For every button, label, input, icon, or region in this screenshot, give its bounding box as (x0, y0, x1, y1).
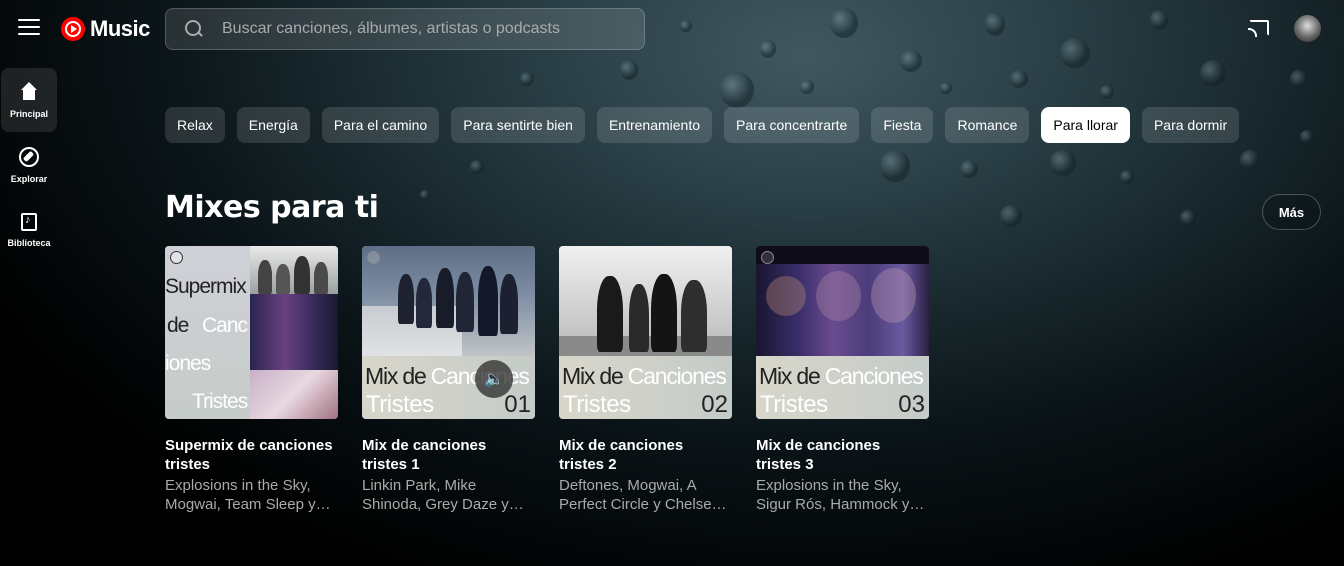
chip-relax[interactable]: Relax (165, 107, 225, 143)
mix-carousel: Supermix de Canc iones Tristes Supermix … (165, 246, 929, 514)
thumb-text: Supermix (165, 275, 247, 298)
sidebar-item-biblioteca[interactable]: Biblioteca (1, 198, 57, 262)
chip-para-concentrarte[interactable]: Para concentrarte (724, 107, 860, 143)
search-bar[interactable] (165, 8, 645, 50)
play-logo-icon (61, 17, 85, 41)
sidebar-item-principal[interactable]: Principal (1, 68, 57, 132)
search-input[interactable] (222, 20, 644, 38)
thumb-text: Canc (202, 314, 248, 337)
thumb-number: 03 (898, 391, 925, 418)
thumb-text: Tristes (366, 391, 434, 418)
chip-romance[interactable]: Romance (945, 107, 1030, 143)
card-title[interactable]: Mix de canciones tristes 3 (756, 436, 929, 474)
chip-entrenamiento[interactable]: Entrenamiento (596, 107, 713, 143)
chip-energia[interactable]: Energía (236, 107, 310, 143)
more-button[interactable]: Más (1262, 194, 1321, 230)
mix-card[interactable]: Mix de Canciones Tristes 02 Mix de canci… (559, 246, 732, 514)
card-subtitle: Explosions in the Sky, Mogwai, Team Slee… (165, 477, 331, 513)
sidebar-item-label: Explorar (10, 173, 48, 184)
thumb-number: 02 (701, 391, 728, 418)
thumb-text: Tristes (760, 391, 828, 418)
speaker-icon[interactable]: 🔈 (475, 360, 513, 398)
home-icon (19, 81, 39, 102)
hamburger-menu-icon[interactable] (18, 19, 40, 37)
card-subtitle: Explosions in the Sky, Sigur Rós, Hammoc… (756, 477, 925, 513)
card-subtitle: Deftones, Mogwai, A Perfect Circle y Che… (559, 477, 727, 513)
chip-para-llorar[interactable]: Para llorar (1041, 107, 1130, 143)
thumb-text: Mix de (759, 363, 821, 389)
mix-thumbnail[interactable]: Mix de Canciones Tristes 03 (756, 246, 929, 419)
thumb-text: Mix de (562, 363, 624, 389)
play-indicator-icon (367, 251, 380, 264)
thumb-text: Mix de (365, 363, 427, 389)
mood-chips: Relax Energía Para el camino Para sentir… (165, 107, 1240, 143)
mix-thumbnail[interactable]: Mix de Canciones Tristes 02 (559, 246, 732, 419)
thumb-text: de (167, 314, 189, 337)
avatar[interactable] (1294, 15, 1321, 42)
card-title[interactable]: Mix de canciones tristes 2 (559, 436, 732, 474)
sidebar-item-explorar[interactable]: Explorar (1, 133, 57, 197)
search-icon[interactable] (184, 19, 204, 39)
sidebar: Principal Explorar Biblioteca (0, 68, 58, 263)
play-indicator-icon (761, 251, 774, 264)
mix-thumbnail[interactable]: Mix de Canciones Tristes 01 🔈 (362, 246, 535, 419)
play-indicator-icon (170, 251, 183, 264)
mix-card[interactable]: Mix de Canciones Tristes 03 Mix de canci… (756, 246, 929, 514)
youtube-music-logo[interactable]: Music (61, 16, 150, 42)
mix-card[interactable]: Mix de Canciones Tristes 01 🔈 Mix de can… (362, 246, 535, 514)
chip-para-sentirte-bien[interactable]: Para sentirte bien (451, 107, 585, 143)
thumb-text: Tristes (563, 391, 631, 418)
logo-text: Music (90, 16, 150, 41)
thumb-text: iones (165, 352, 211, 375)
mix-thumbnail[interactable]: Supermix de Canc iones Tristes (165, 246, 338, 419)
card-title[interactable]: Supermix de canciones tristes (165, 436, 338, 474)
sidebar-item-label: Principal (9, 108, 48, 119)
chip-para-dormir[interactable]: Para dormir (1141, 107, 1240, 143)
chip-para-el-camino[interactable]: Para el camino (321, 107, 440, 143)
thumb-text: Canciones (627, 363, 727, 389)
thumb-number: 01 (504, 391, 531, 418)
mix-card[interactable]: Supermix de Canc iones Tristes Supermix … (165, 246, 338, 514)
thumb-text: Canciones (824, 363, 924, 389)
card-subtitle: Linkin Park, Mike Shinoda, Grey Daze y… (362, 477, 524, 513)
section-title: Mixes para ti (165, 190, 379, 225)
top-bar: Music (0, 0, 1344, 60)
library-icon (21, 212, 37, 231)
card-title[interactable]: Mix de canciones tristes 1 (362, 436, 535, 474)
thumb-text: Tristes (192, 390, 248, 413)
sidebar-item-label: Biblioteca (7, 237, 51, 248)
chip-fiesta[interactable]: Fiesta (871, 107, 934, 143)
cast-icon[interactable] (1248, 20, 1269, 37)
compass-icon (19, 146, 39, 167)
